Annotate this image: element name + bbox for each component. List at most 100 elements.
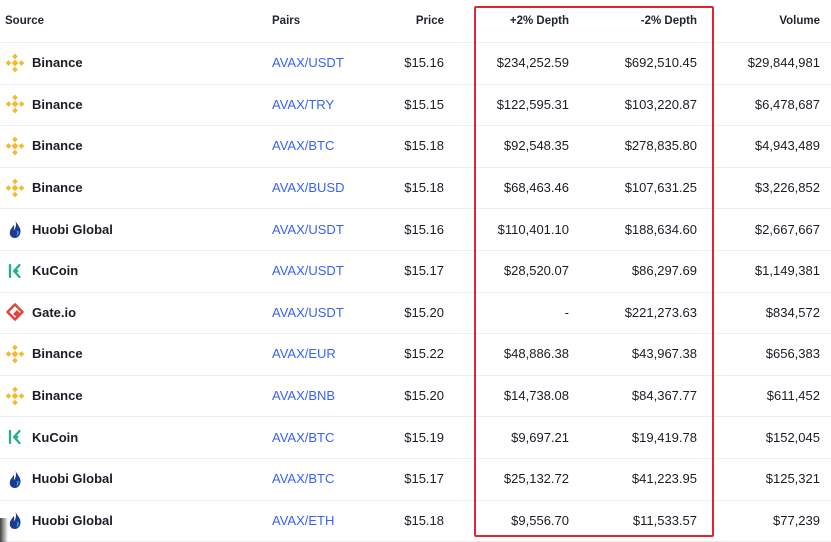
huobi-icon bbox=[5, 510, 25, 530]
volume-value: $656,383 bbox=[765, 346, 820, 362]
pair-link[interactable]: AVAX/BTC bbox=[272, 125, 392, 167]
pair-link[interactable]: AVAX/ETH bbox=[272, 500, 392, 542]
pair-link[interactable]: AVAX/USDT bbox=[272, 250, 392, 292]
exchange-cell[interactable]: KuCoin bbox=[5, 416, 255, 458]
minus-depth-value: $278,835.80 bbox=[624, 138, 697, 154]
pair-link[interactable]: AVAX/BTC bbox=[272, 416, 392, 458]
header-plus-depth[interactable]: +2% Depth bbox=[510, 0, 569, 42]
volume-value: $4,943,489 bbox=[754, 138, 820, 154]
plus-depth-value: $48,886.38 bbox=[503, 346, 569, 362]
price-value: $15.17 bbox=[404, 263, 444, 279]
edge-shadow bbox=[0, 518, 8, 542]
exchange-name: KuCoin bbox=[32, 263, 79, 279]
table-row[interactable]: Binance AVAX/TRY $15.15 $122,595.31 $103… bbox=[0, 84, 831, 127]
exchange-cell[interactable]: Binance bbox=[5, 84, 255, 126]
exchange-cell[interactable]: Huobi Global bbox=[5, 500, 255, 542]
exchange-cell[interactable]: Binance bbox=[5, 375, 255, 417]
exchange-name: Huobi Global bbox=[32, 221, 113, 237]
volume-value: $125,321 bbox=[765, 471, 820, 487]
volume-value: $77,239 bbox=[773, 512, 820, 528]
minus-depth-value: $43,967.38 bbox=[631, 346, 697, 362]
minus-depth-value: $41,223.95 bbox=[631, 471, 697, 487]
header-pairs[interactable]: Pairs bbox=[272, 0, 392, 42]
price-value: $15.18 bbox=[404, 512, 444, 528]
exchange-cell[interactable]: Binance bbox=[5, 125, 255, 167]
gate-icon bbox=[5, 302, 25, 322]
minus-depth-value: $103,220.87 bbox=[624, 96, 697, 112]
plus-depth-value: $122,595.31 bbox=[496, 96, 569, 112]
minus-depth-value: $84,367.77 bbox=[631, 388, 697, 404]
table-row[interactable]: KuCoin AVAX/USDT $15.17 $28,520.07 $86,2… bbox=[0, 250, 831, 293]
exchange-cell[interactable]: KuCoin bbox=[5, 250, 255, 292]
table-row[interactable]: Binance AVAX/BNB $15.20 $14,738.08 $84,3… bbox=[0, 375, 831, 418]
exchange-name: Binance bbox=[32, 388, 83, 404]
exchange-name: Huobi Global bbox=[32, 471, 113, 487]
pair-link[interactable]: AVAX/USDT bbox=[272, 292, 392, 334]
pair-link[interactable]: AVAX/BNB bbox=[272, 375, 392, 417]
pair-link[interactable]: AVAX/USDT bbox=[272, 208, 392, 250]
binance-icon bbox=[5, 136, 25, 156]
exchange-name: Gate.io bbox=[32, 304, 77, 320]
minus-depth-value: $107,631.25 bbox=[624, 180, 697, 196]
exchange-cell[interactable]: Binance bbox=[5, 167, 255, 209]
exchange-name: Binance bbox=[32, 346, 83, 362]
exchange-name: Binance bbox=[32, 180, 83, 196]
volume-value: $2,667,667 bbox=[754, 221, 820, 237]
header-price[interactable]: Price bbox=[416, 0, 444, 42]
exchange-name: KuCoin bbox=[32, 429, 79, 445]
exchange-cell[interactable]: Huobi Global bbox=[5, 458, 255, 500]
price-value: $15.16 bbox=[404, 221, 444, 237]
binance-icon bbox=[5, 53, 25, 73]
huobi-icon bbox=[5, 219, 25, 239]
kucoin-icon bbox=[5, 427, 25, 447]
pair-link[interactable]: AVAX/BUSD bbox=[272, 167, 392, 209]
table-row[interactable]: Huobi Global AVAX/ETH $15.18 $9,556.70 $… bbox=[0, 500, 831, 542]
plus-depth-value: $68,463.46 bbox=[503, 180, 569, 196]
pair-link[interactable]: AVAX/BTC bbox=[272, 458, 392, 500]
price-value: $15.18 bbox=[404, 138, 444, 154]
plus-depth-value: $234,252.59 bbox=[496, 55, 569, 71]
minus-depth-value: $19,419.78 bbox=[631, 429, 697, 445]
header-volume[interactable]: Volume bbox=[779, 0, 820, 42]
table-row[interactable]: Binance AVAX/EUR $15.22 $48,886.38 $43,9… bbox=[0, 333, 831, 376]
exchange-name: Huobi Global bbox=[32, 512, 113, 528]
price-value: $15.20 bbox=[404, 304, 444, 320]
table-row[interactable]: Binance AVAX/BTC $15.18 $92,548.35 $278,… bbox=[0, 125, 831, 168]
exchange-cell[interactable]: Huobi Global bbox=[5, 208, 255, 250]
pair-link[interactable]: AVAX/USDT bbox=[272, 42, 392, 84]
plus-depth-value: - bbox=[564, 304, 569, 320]
header-minus-depth[interactable]: -2% Depth bbox=[641, 0, 697, 42]
table-row[interactable]: Huobi Global AVAX/BTC $15.17 $25,132.72 … bbox=[0, 458, 831, 501]
table-row[interactable]: Binance AVAX/USDT $15.16 $234,252.59 $69… bbox=[0, 42, 831, 85]
plus-depth-value: $110,401.10 bbox=[497, 221, 569, 237]
binance-icon bbox=[5, 94, 25, 114]
minus-depth-value: $692,510.45 bbox=[624, 55, 697, 71]
exchange-name: Binance bbox=[32, 96, 83, 112]
exchange-cell[interactable]: Gate.io bbox=[5, 292, 255, 334]
kucoin-icon bbox=[5, 261, 25, 281]
table-header: Source Pairs Price +2% Depth -2% Depth V… bbox=[0, 0, 831, 43]
price-value: $15.18 bbox=[404, 180, 444, 196]
plus-depth-value: $14,738.08 bbox=[503, 388, 569, 404]
plus-depth-value: $25,132.72 bbox=[503, 471, 569, 487]
table-row[interactable]: Binance AVAX/BUSD $15.18 $68,463.46 $107… bbox=[0, 167, 831, 210]
plus-depth-value: $28,520.07 bbox=[503, 263, 569, 279]
header-source[interactable]: Source bbox=[5, 0, 255, 42]
minus-depth-value: $221,273.63 bbox=[624, 304, 697, 320]
pair-link[interactable]: AVAX/TRY bbox=[272, 84, 392, 126]
volume-value: $29,844,981 bbox=[747, 55, 820, 71]
exchange-cell[interactable]: Binance bbox=[5, 42, 255, 84]
table-row[interactable]: Huobi Global AVAX/USDT $15.16 $110,401.1… bbox=[0, 208, 831, 251]
exchange-cell[interactable]: Binance bbox=[5, 333, 255, 375]
minus-depth-value: $86,297.69 bbox=[631, 263, 697, 279]
volume-value: $834,572 bbox=[765, 304, 820, 320]
plus-depth-value: $9,697.21 bbox=[511, 429, 569, 445]
minus-depth-value: $11,533.57 bbox=[632, 512, 697, 528]
table-row[interactable]: KuCoin AVAX/BTC $15.19 $9,697.21 $19,419… bbox=[0, 416, 831, 459]
table-row[interactable]: Gate.io AVAX/USDT $15.20 - $221,273.63 $… bbox=[0, 292, 831, 335]
binance-icon bbox=[5, 344, 25, 364]
price-value: $15.17 bbox=[404, 471, 444, 487]
volume-value: $152,045 bbox=[765, 429, 820, 445]
price-value: $15.15 bbox=[404, 96, 444, 112]
pair-link[interactable]: AVAX/EUR bbox=[272, 333, 392, 375]
